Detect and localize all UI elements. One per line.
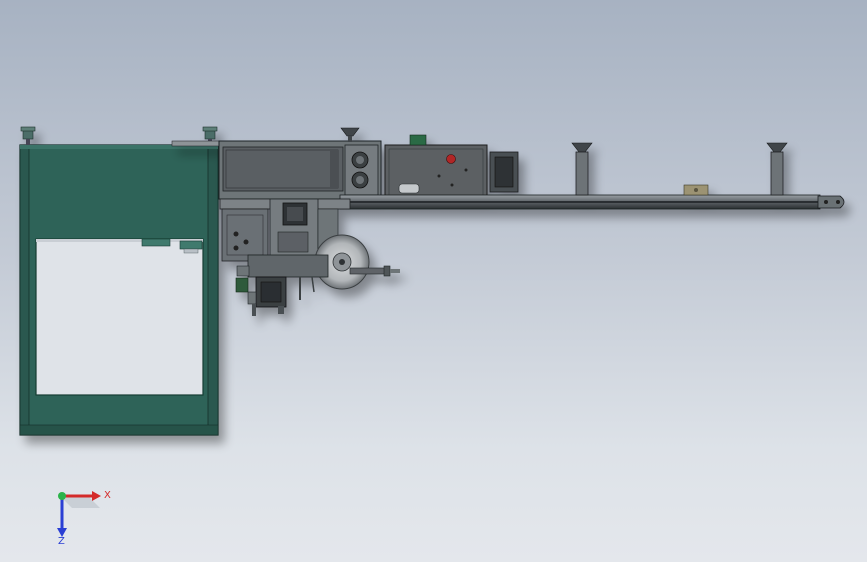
z-axis-label: Z	[58, 536, 65, 547]
machine-model[interactable]	[0, 0, 867, 562]
y-axis-dot-icon	[58, 492, 66, 500]
axis-triad: X Z	[57, 490, 111, 547]
main-assembly[interactable]	[171, 127, 845, 316]
z-axis-arrow-icon	[57, 496, 67, 537]
graphics-viewport[interactable]: X Z	[0, 0, 867, 562]
green-frame[interactable]	[19, 126, 219, 436]
x-axis-label: X	[104, 490, 111, 501]
